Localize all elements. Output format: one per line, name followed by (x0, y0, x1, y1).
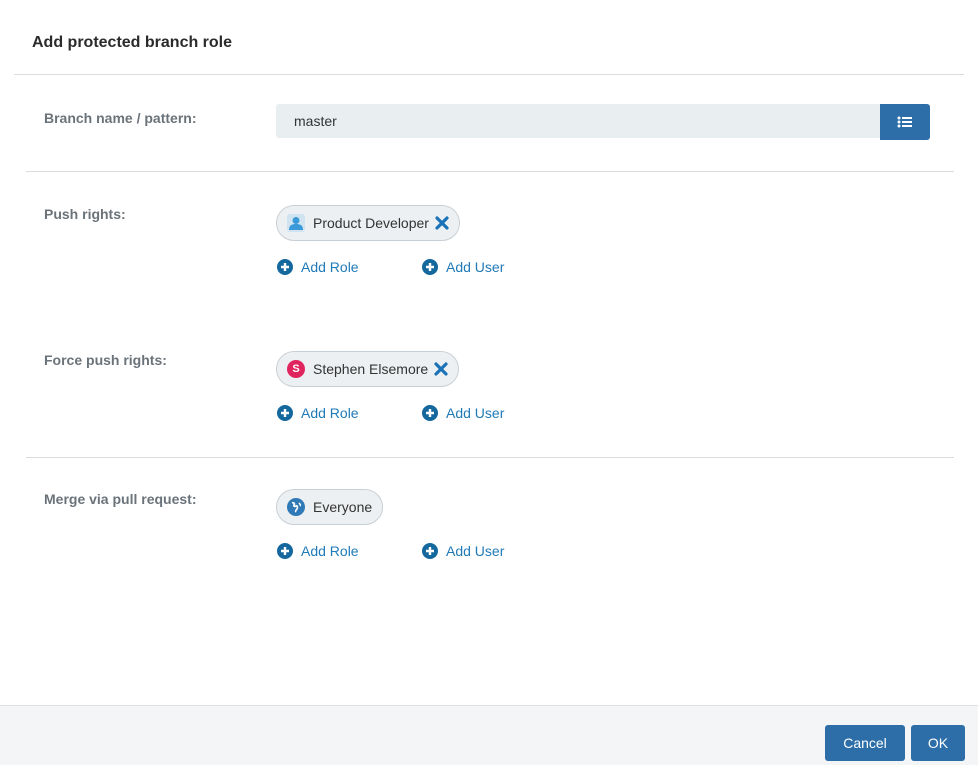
plus-circle-icon (277, 259, 293, 275)
force-push-rights-chip: S Stephen Elsemore (276, 351, 460, 387)
add-role-label: Add Role (301, 259, 359, 275)
dialog-title: Add protected branch role (32, 34, 233, 51)
push-rights-label: Push rights: (44, 206, 126, 222)
cancel-button[interactable]: Cancel (825, 725, 905, 761)
branch-name-field-group (276, 104, 930, 140)
dialog-footer: Cancel OK (0, 705, 978, 765)
add-user-label: Add User (446, 405, 505, 421)
add-user-label: Add User (446, 543, 505, 559)
remove-chip-button[interactable] (435, 216, 449, 230)
user-role-icon (287, 214, 305, 232)
ok-button[interactable]: OK (911, 725, 965, 761)
close-icon (434, 362, 448, 376)
push-rights-chip: Product Developer (276, 205, 460, 241)
header-divider (14, 74, 964, 75)
branch-divider (26, 171, 954, 172)
plus-circle-icon (277, 543, 293, 559)
add-role-label: Add Role (301, 543, 359, 559)
branch-list-button[interactable] (880, 104, 930, 140)
plus-circle-icon (422, 405, 438, 421)
merge-via-pr-label: Merge via pull request: (44, 491, 197, 507)
force-push-divider (26, 457, 954, 458)
push-add-user-link[interactable]: Add User (422, 259, 504, 275)
merge-add-user-link[interactable]: Add User (422, 543, 504, 559)
globe-icon (287, 498, 305, 516)
push-add-role-link[interactable]: Add Role (277, 259, 359, 275)
remove-chip-button[interactable] (434, 362, 448, 376)
list-icon (897, 116, 912, 128)
chip-label: Stephen Elsemore (313, 361, 429, 377)
add-user-label: Add User (446, 259, 505, 275)
chip-label: Product Developer (313, 215, 429, 231)
merge-add-role-link[interactable]: Add Role (277, 543, 359, 559)
chip-label: Everyone (313, 499, 373, 515)
force-push-add-user-link[interactable]: Add User (422, 405, 504, 421)
plus-circle-icon (422, 259, 438, 275)
branch-name-input[interactable] (276, 104, 880, 138)
user-avatar-icon: S (287, 360, 305, 378)
merge-via-pr-chip: Everyone (276, 489, 384, 525)
force-push-rights-label: Force push rights: (44, 352, 167, 368)
plus-circle-icon (277, 405, 293, 421)
branch-name-label: Branch name / pattern: (44, 110, 197, 126)
add-protected-branch-dialog: Add protected branch role Branch name / … (0, 0, 978, 765)
add-role-label: Add Role (301, 405, 359, 421)
close-icon (435, 216, 449, 230)
plus-circle-icon (422, 543, 438, 559)
force-push-add-role-link[interactable]: Add Role (277, 405, 359, 421)
